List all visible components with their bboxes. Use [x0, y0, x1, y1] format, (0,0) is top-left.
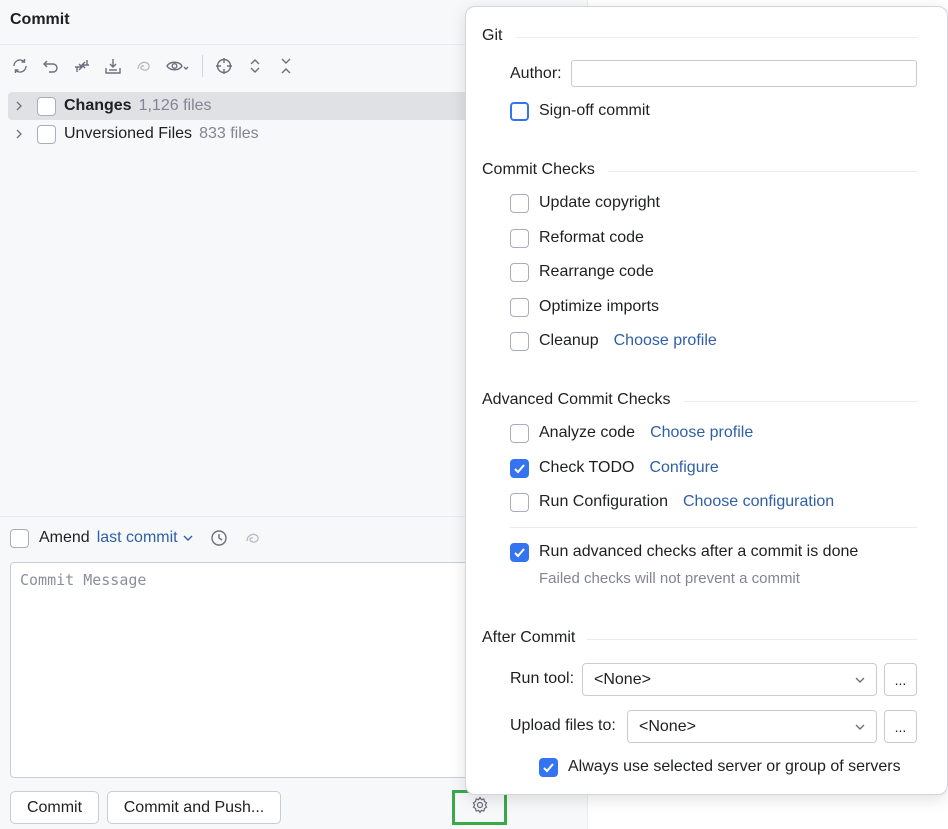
chevron-right-icon[interactable]	[10, 125, 28, 143]
update-icon[interactable]	[70, 54, 94, 78]
run-configuration-checkbox[interactable]	[510, 492, 529, 512]
divider	[510, 527, 917, 528]
section-title-advanced-checks: Advanced Commit Checks	[482, 391, 671, 408]
option-label: Update copyright	[539, 194, 660, 211]
check-todo-checkbox[interactable]	[510, 458, 529, 478]
history-icon[interactable]	[210, 529, 228, 547]
refresh-icon[interactable]	[8, 54, 32, 78]
section-divider	[586, 639, 917, 640]
option-label: Cleanup	[539, 332, 599, 349]
upload-files-value: <None>	[639, 717, 696, 735]
commit-options-button[interactable]	[452, 790, 507, 825]
ai-icon[interactable]	[244, 529, 262, 547]
unversioned-checkbox[interactable]	[37, 124, 56, 144]
option-label: Reformat code	[539, 229, 644, 246]
configure-link[interactable]: Configure	[649, 459, 718, 477]
option-run-after-commit[interactable]: Run advanced checks after a commit is do…	[510, 541, 858, 563]
rollback-icon[interactable]	[39, 54, 63, 78]
upload-files-label: Upload files to:	[510, 717, 616, 734]
upload-files-select[interactable]: <None>	[627, 710, 877, 743]
collapse-all-icon[interactable]	[274, 54, 298, 78]
author-input[interactable]	[571, 60, 917, 87]
run-tool-select[interactable]: <None>	[582, 663, 877, 696]
commit-button[interactable]: Commit	[10, 791, 99, 824]
run-after-commit-checkbox[interactable]	[510, 542, 529, 562]
section-title-git: Git	[482, 27, 503, 44]
chevron-down-icon[interactable]	[182, 532, 194, 544]
commit-toolbar	[8, 54, 305, 78]
commit-message-input[interactable]: Commit Message	[10, 562, 480, 778]
amend-checkbox[interactable]	[10, 528, 29, 548]
choose-configuration-link[interactable]: Choose configuration	[683, 493, 834, 511]
toolbar-separator	[202, 55, 203, 77]
amend-label: Amend	[39, 529, 90, 546]
optimize-imports-checkbox[interactable]	[510, 297, 529, 317]
run-after-hint: Failed checks will not prevent a commit	[539, 570, 800, 587]
commit-and-push-button[interactable]: Commit and Push...	[107, 791, 281, 824]
option-cleanup[interactable]: Cleanup Choose profile	[510, 330, 717, 352]
tree-row-unversioned[interactable]: Unversioned Files 833 files	[8, 120, 478, 148]
chevron-right-icon[interactable]	[10, 97, 28, 115]
run-tool-label: Run tool:	[510, 670, 575, 687]
upload-files-browse-button[interactable]: ...	[884, 710, 917, 743]
update-copyright-checkbox[interactable]	[510, 193, 529, 213]
eye-icon[interactable]	[163, 54, 193, 78]
cleanup-choose-profile-link[interactable]: Choose profile	[614, 332, 717, 350]
chevron-down-icon	[854, 720, 866, 738]
file-count: 833 files	[199, 125, 259, 142]
file-count: 1,126 files	[138, 97, 212, 114]
cleanup-checkbox[interactable]	[510, 331, 529, 351]
option-reformat-code[interactable]: Reformat code	[510, 227, 644, 249]
rearrange-code-checkbox[interactable]	[510, 262, 529, 282]
signoff-option[interactable]: Sign-off commit	[510, 100, 650, 122]
option-optimize-imports[interactable]: Optimize imports	[510, 296, 659, 318]
option-rearrange-code[interactable]: Rearrange code	[510, 261, 654, 283]
option-update-copyright[interactable]: Update copyright	[510, 192, 660, 214]
option-label: Run advanced checks after a commit is do…	[539, 543, 859, 560]
option-label: Optimize imports	[539, 298, 660, 315]
option-check-todo[interactable]: Check TODO Configure	[510, 457, 719, 479]
section-divider	[516, 37, 917, 38]
tree-label: Unversioned Files	[64, 125, 193, 142]
section-divider	[609, 171, 917, 172]
expand-all-icon[interactable]	[243, 54, 267, 78]
amend-row: Amend last commit	[10, 526, 262, 550]
always-use-server-checkbox[interactable]	[539, 757, 558, 777]
section-title-after-commit: After Commit	[482, 629, 576, 646]
option-run-configuration[interactable]: Run Configuration Choose configuration	[510, 491, 834, 513]
section-divider	[684, 401, 917, 402]
tree-label: Changes	[64, 97, 132, 114]
gear-icon	[471, 796, 489, 819]
signoff-label: Sign-off commit	[539, 102, 650, 119]
commit-message-placeholder: Commit Message	[20, 571, 147, 589]
chevron-down-icon	[854, 673, 866, 691]
run-tool-browse-button[interactable]: ...	[884, 663, 917, 696]
target-icon[interactable]	[212, 54, 236, 78]
last-commit-link[interactable]: last commit	[97, 529, 178, 547]
reformat-code-checkbox[interactable]	[510, 228, 529, 248]
tree-row-changes[interactable]: Changes 1,126 files	[8, 92, 478, 120]
analyze-code-checkbox[interactable]	[510, 423, 529, 443]
option-label: Rearrange code	[539, 263, 654, 280]
option-label: Analyze code	[539, 424, 636, 441]
option-label: Always use selected server or group of s…	[568, 758, 901, 775]
changes-checkbox[interactable]	[37, 96, 56, 116]
analyze-choose-profile-link[interactable]: Choose profile	[650, 424, 753, 442]
author-label: Author:	[510, 65, 562, 82]
section-title-commit-checks: Commit Checks	[482, 161, 595, 178]
option-label: Run Configuration	[539, 493, 668, 510]
option-analyze-code[interactable]: Analyze code Choose profile	[510, 422, 753, 444]
option-label: Check TODO	[539, 459, 635, 476]
ai-icon[interactable]	[132, 54, 156, 78]
signoff-checkbox[interactable]	[510, 101, 529, 121]
run-tool-value: <None>	[594, 670, 651, 688]
option-always-use-server[interactable]: Always use selected server or group of s…	[539, 756, 901, 778]
shelve-icon[interactable]	[101, 54, 125, 78]
commit-panel-title: Commit	[10, 11, 70, 28]
commit-options-popup: Git Author: Sign-off commit Commit Check…	[465, 6, 948, 795]
